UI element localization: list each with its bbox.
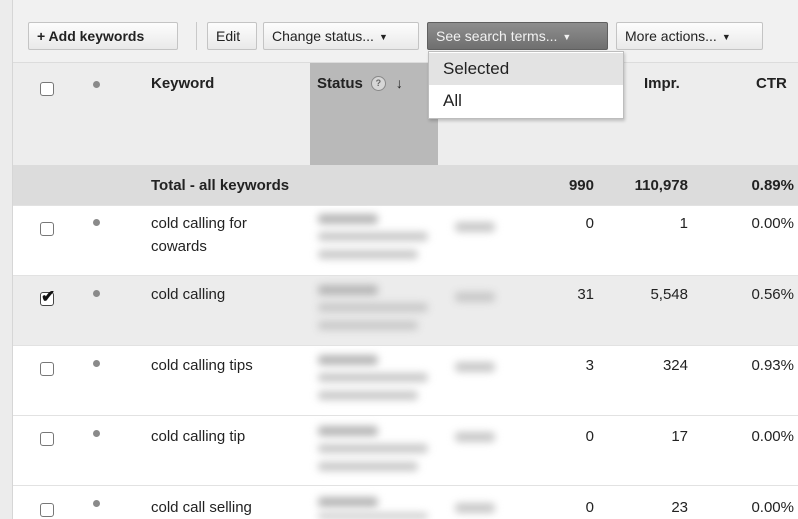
row-ctr: 0.93% [751, 357, 794, 374]
keyword-text[interactable]: cold call selling [151, 499, 252, 516]
redacted-status [318, 373, 428, 382]
help-icon[interactable]: ? [370, 76, 386, 91]
status-dot-icon [93, 430, 100, 437]
row-checkbox[interactable] [40, 503, 54, 517]
redacted-status [318, 214, 378, 224]
keyword-text[interactable]: cold calling tip [151, 428, 245, 445]
status-dot-icon [93, 500, 100, 507]
redacted-value [455, 362, 495, 372]
redacted-status [318, 303, 428, 312]
row-impr: 23 [671, 499, 688, 516]
redacted-status [318, 232, 428, 241]
chevron-down-icon: ▼ [562, 32, 572, 42]
keyword-column-header[interactable]: Keyword [151, 75, 214, 92]
menu-item-all[interactable]: All [429, 85, 623, 117]
row-checkbox[interactable] [40, 432, 54, 446]
row-clicks: 0 [585, 428, 594, 445]
status-dot-icon [93, 290, 100, 297]
impr-column-header[interactable]: Impr. [644, 75, 680, 92]
see-search-terms-label: See search terms... [436, 28, 558, 44]
redacted-value [455, 292, 495, 302]
keyword-text-line2: cowards [151, 238, 207, 255]
row-clicks: 3 [585, 357, 594, 374]
row-checkbox[interactable]: ✔ [40, 288, 55, 306]
row-checkbox[interactable] [40, 362, 54, 376]
redacted-status [318, 444, 428, 453]
change-status-button[interactable]: Change status... ▼ [263, 22, 419, 50]
row-clicks: 0 [585, 499, 594, 516]
select-all-checkbox[interactable] [40, 82, 54, 96]
redacted-status [318, 497, 378, 507]
status-column-header[interactable]: Status? ↓ [317, 75, 403, 93]
row-checkbox[interactable] [40, 222, 54, 236]
more-actions-label: More actions... [625, 28, 717, 44]
ctr-column-header[interactable]: CTR [756, 75, 787, 92]
total-ctr: 0.89% [751, 177, 794, 194]
row-clicks: 0 [585, 215, 594, 232]
left-border [0, 0, 13, 519]
change-status-label: Change status... [272, 28, 374, 44]
search-terms-dropdown-menu: Selected All [428, 51, 624, 119]
row-ctr: 0.00% [751, 215, 794, 232]
menu-item-selected[interactable]: Selected [429, 53, 623, 85]
keyword-text[interactable]: cold calling [151, 286, 225, 303]
see-search-terms-button[interactable]: See search terms... ▼ [427, 22, 608, 50]
row-impr: 324 [662, 357, 688, 374]
keyword-text[interactable]: cold calling for [151, 215, 247, 232]
redacted-status [318, 426, 378, 436]
toolbar-separator [196, 22, 197, 50]
row-impr: 1 [679, 215, 688, 232]
redacted-status [318, 513, 428, 519]
checkmark-icon: ✔ [41, 287, 56, 306]
chevron-down-icon: ▼ [721, 32, 731, 42]
add-keywords-button[interactable]: + Add keywords [28, 22, 178, 50]
redacted-status [318, 285, 378, 295]
row-ctr: 0.56% [751, 286, 794, 303]
chevron-down-icon: ▼ [378, 32, 388, 42]
row-ctr: 0.00% [751, 499, 794, 516]
row-impr: 17 [671, 428, 688, 445]
redacted-status [318, 391, 418, 400]
row-clicks: 31 [577, 286, 594, 303]
redacted-status [318, 355, 378, 365]
keyword-text[interactable]: cold calling tips [151, 357, 253, 374]
status-dot-icon [93, 81, 100, 88]
row-impr: 5,548 [650, 286, 688, 303]
status-dot-icon [93, 360, 100, 367]
more-actions-button[interactable]: More actions... ▼ [616, 22, 763, 50]
row-ctr: 0.00% [751, 428, 794, 445]
redacted-value [455, 503, 495, 513]
status-header-label: Status [317, 75, 363, 92]
sort-down-arrow-icon: ↓ [395, 75, 403, 91]
redacted-status [318, 250, 418, 259]
redacted-value [455, 432, 495, 442]
redacted-value [455, 222, 495, 232]
keywords-panel: + Add keywords Edit Change status... ▼ Se… [0, 0, 798, 519]
status-dot-icon [93, 219, 100, 226]
edit-button[interactable]: Edit [207, 22, 257, 50]
redacted-status [318, 321, 418, 330]
total-label: Total - all keywords [151, 177, 290, 194]
total-clicks: 990 [568, 177, 594, 194]
redacted-status [318, 462, 418, 471]
total-impr: 110,978 [634, 177, 688, 194]
